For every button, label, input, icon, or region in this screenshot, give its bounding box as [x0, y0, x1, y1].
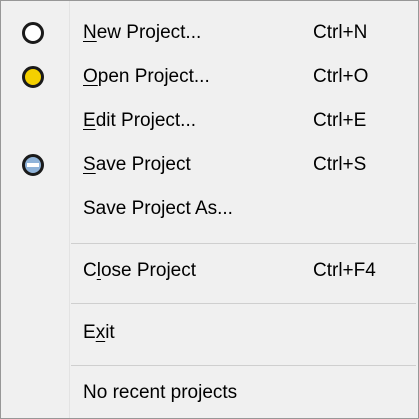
shortcut-label: Ctrl+S	[313, 154, 367, 175]
save-disk-icon	[22, 154, 44, 176]
menu-item-label: Open Project...	[83, 66, 210, 87]
menu-item-label: No recent projects	[83, 382, 238, 403]
menu-item-save-project[interactable]: Save Project Ctrl+S	[1, 143, 418, 187]
menu-item-new-project[interactable]: New Project... Ctrl+N	[1, 11, 418, 55]
menu-item-label: Exit	[83, 322, 115, 343]
menu-item-label: Save Project	[83, 154, 191, 175]
new-project-icon	[22, 22, 44, 44]
menu-item-label: Save Project As...	[83, 198, 233, 219]
menu-item-label: New Project...	[83, 22, 202, 43]
shortcut-label: Ctrl+O	[313, 66, 369, 87]
menu-separator	[71, 243, 416, 244]
shortcut-label: Ctrl+N	[313, 22, 368, 43]
menu-item-edit-project[interactable]: Edit Project... Ctrl+E	[1, 99, 418, 143]
menu-item-open-project[interactable]: Open Project... Ctrl+O	[1, 55, 418, 99]
file-menu: New Project... Ctrl+N Open Project... Ct…	[0, 0, 419, 419]
shortcut-label: Ctrl+E	[313, 110, 367, 131]
menu-item-save-project-as[interactable]: Save Project As...	[1, 187, 418, 231]
open-folder-icon	[22, 66, 44, 88]
menu-item-label: Edit Project...	[83, 110, 197, 131]
shortcut-label: Ctrl+F4	[313, 260, 376, 281]
menu-item-label: Close Project	[83, 260, 197, 281]
menu-item-exit[interactable]: Exit	[1, 311, 418, 355]
menu-item-no-recent-projects: No recent projects	[1, 371, 418, 415]
menu-item-close-project[interactable]: Close Project Ctrl+F4	[1, 249, 418, 293]
menu-separator	[71, 303, 416, 304]
menu-separator	[71, 365, 416, 366]
